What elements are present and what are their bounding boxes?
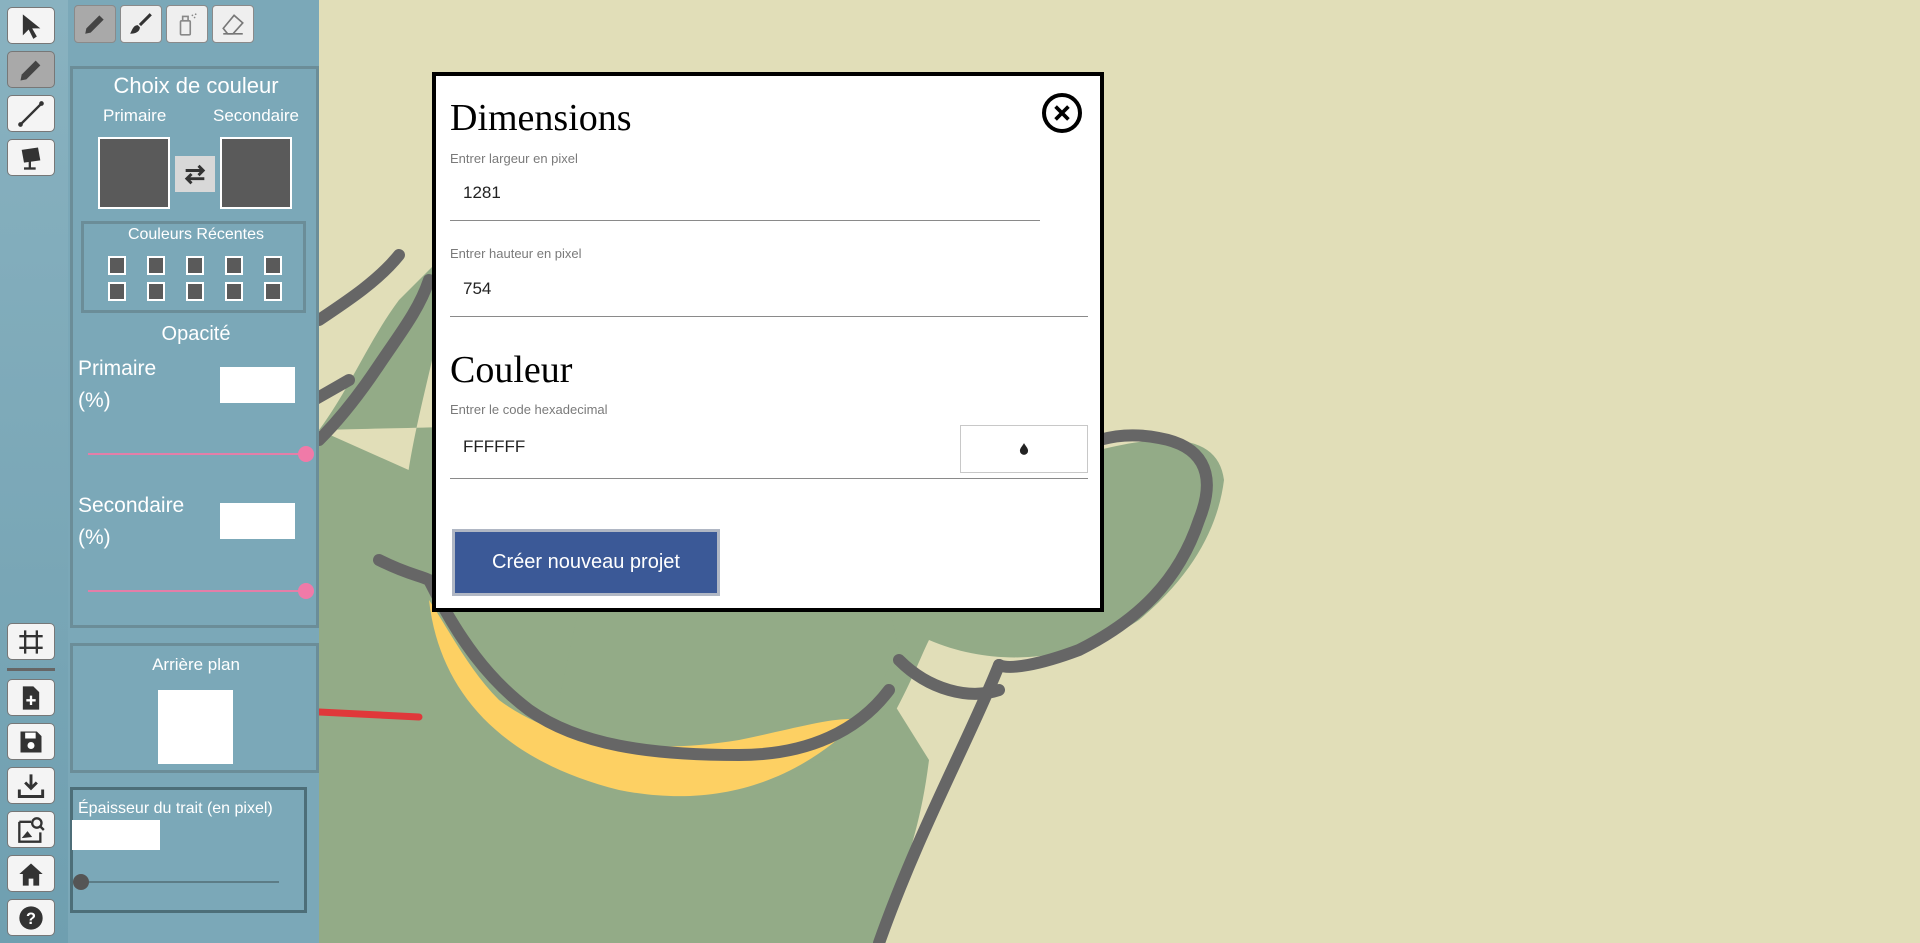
pencil-tool-button[interactable] xyxy=(7,51,55,88)
opacity-title: Opacité xyxy=(161,323,231,345)
recent-colors-title: Couleurs Récentes xyxy=(127,226,265,243)
droplet-icon xyxy=(1019,443,1029,455)
primary-color-swatch[interactable] xyxy=(98,137,170,209)
image-search-icon xyxy=(18,816,45,843)
recent-color[interactable] xyxy=(186,282,204,301)
spray-icon xyxy=(179,13,197,36)
opacity-secondary-unit: (%) xyxy=(78,526,111,549)
recent-color[interactable] xyxy=(147,282,165,301)
svg-text:?: ? xyxy=(26,909,36,927)
spray-subtool[interactable] xyxy=(166,5,208,43)
width-label: Entrer largeur en pixel xyxy=(450,151,578,166)
width-underline xyxy=(450,220,1040,221)
brush-icon xyxy=(130,13,152,34)
new-project-button[interactable] xyxy=(7,679,55,716)
opacity-primary-unit: (%) xyxy=(78,389,111,412)
pencil-subtool[interactable] xyxy=(74,5,116,43)
hex-label: Entrer le code hexadecimal xyxy=(450,402,608,417)
help-icon: ? xyxy=(19,905,43,930)
line-icon xyxy=(18,100,44,127)
download-button[interactable] xyxy=(7,767,55,804)
image-search-button[interactable] xyxy=(7,811,55,848)
home-icon xyxy=(19,863,43,886)
opacity-secondary-input[interactable] xyxy=(220,503,295,539)
background-color-swatch[interactable] xyxy=(158,690,233,764)
home-button[interactable] xyxy=(7,855,55,892)
thickness-thumb[interactable] xyxy=(73,874,89,890)
line-tool-button[interactable] xyxy=(7,95,55,132)
recent-color[interactable] xyxy=(186,256,204,275)
color-section-title: Choix de couleur xyxy=(113,73,279,98)
recent-color[interactable] xyxy=(108,282,126,301)
width-input[interactable]: 1281 xyxy=(463,183,501,203)
height-input[interactable]: 754 xyxy=(463,279,491,299)
recent-color[interactable] xyxy=(147,256,165,275)
thickness-slider[interactable] xyxy=(79,881,279,883)
crop-icon xyxy=(19,629,43,654)
dimensions-heading: Dimensions xyxy=(450,97,632,139)
eraser-subtool[interactable] xyxy=(212,5,254,43)
close-icon xyxy=(1054,105,1070,121)
eraser-icon xyxy=(222,14,244,35)
recent-color[interactable] xyxy=(264,282,282,301)
paint-bucket-icon xyxy=(21,147,41,170)
tool-options-panel: Choix de couleur Primaire Secondaire Cou… xyxy=(68,0,319,943)
save-icon xyxy=(20,731,42,752)
opacity-primary-thumb[interactable] xyxy=(298,446,314,462)
download-icon xyxy=(17,773,45,798)
background-title: Arrière plan xyxy=(152,655,240,674)
opacity-secondary-slider[interactable] xyxy=(88,590,310,592)
cursor-icon xyxy=(22,13,41,39)
recent-color[interactable] xyxy=(108,256,126,275)
hex-underline xyxy=(450,478,1088,479)
height-underline xyxy=(450,316,1088,317)
main-toolbar: ? xyxy=(0,0,68,943)
swap-colors-button[interactable] xyxy=(175,156,215,192)
subtool-bar xyxy=(74,5,254,43)
hex-input[interactable]: FFFFFF xyxy=(463,437,525,457)
thickness-input[interactable] xyxy=(72,820,160,850)
close-button[interactable] xyxy=(1042,93,1082,133)
opacity-primary-slider[interactable] xyxy=(88,453,310,455)
new-file-icon xyxy=(22,685,40,710)
select-tool-button[interactable] xyxy=(7,7,55,44)
pencil-icon xyxy=(85,15,104,34)
color-heading: Couleur xyxy=(450,349,573,391)
fill-tool-button[interactable] xyxy=(7,139,55,176)
height-label: Entrer hauteur en pixel xyxy=(450,246,582,261)
opacity-secondary-label: Secondaire xyxy=(78,494,185,517)
brush-subtool[interactable] xyxy=(120,5,162,43)
secondary-color-label: Secondaire xyxy=(213,106,300,125)
pencil-icon xyxy=(20,60,41,80)
new-project-dialog: Dimensions Entrer largeur en pixel 1281 … xyxy=(432,72,1104,612)
opacity-primary-input[interactable] xyxy=(220,367,295,403)
create-project-button[interactable]: Créer nouveau projet xyxy=(452,529,720,596)
toolbar-separator xyxy=(7,668,55,671)
swap-icon xyxy=(184,164,206,185)
opacity-secondary-thumb[interactable] xyxy=(298,583,314,599)
color-picker-button[interactable] xyxy=(960,425,1088,473)
recent-color[interactable] xyxy=(225,256,243,275)
secondary-color-swatch[interactable] xyxy=(220,137,292,209)
thickness-title: Épaisseur du trait (en pixel) xyxy=(78,800,273,817)
grid-tool-button[interactable] xyxy=(7,623,55,660)
help-button[interactable]: ? xyxy=(7,899,55,936)
recent-color[interactable] xyxy=(264,256,282,275)
primary-color-label: Primaire xyxy=(103,106,167,125)
recent-color[interactable] xyxy=(225,282,243,301)
save-button[interactable] xyxy=(7,723,55,760)
opacity-primary-label: Primaire xyxy=(78,357,157,380)
